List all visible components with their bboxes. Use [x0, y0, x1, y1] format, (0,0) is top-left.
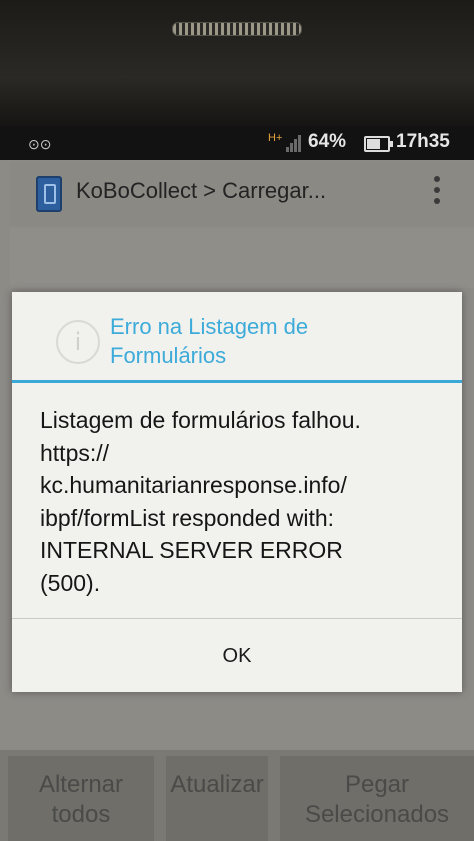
dialog-title: Erro na Listagem de Formulários	[110, 312, 440, 370]
message-line: INTERNAL SERVER ERROR	[40, 537, 343, 563]
clock: 17h35	[396, 131, 450, 152]
ok-button[interactable]: OK	[12, 619, 462, 692]
action-bar: KoBoCollect > Carregar...	[10, 162, 474, 226]
status-bar: ⊙⊙ H+ 64% 17h35	[0, 126, 474, 160]
error-dialog: i Erro na Listagem de Formulários Listag…	[12, 292, 462, 692]
update-button[interactable]: Atualizar	[166, 756, 268, 841]
network-type: H+	[268, 132, 283, 144]
message-line: (500).	[40, 569, 101, 596]
get-selected-button[interactable]: Pegar Selecionados	[280, 756, 474, 841]
dialog-title-line: Formulários	[110, 343, 227, 368]
dialog-message: Listagem de formulários falhou. https://…	[40, 404, 458, 599]
dialog-title-divider	[12, 380, 462, 383]
battery-icon	[364, 136, 393, 152]
phone-bezel	[0, 0, 474, 130]
dialog-title-line: Erro na Listagem de	[110, 314, 309, 339]
toggle-all-button[interactable]: Alternar todos	[8, 756, 154, 841]
message-line: https://	[40, 439, 110, 466]
message-line: Listagem de formulários falhou.	[40, 407, 361, 433]
message-line: kc.humanitarianresponse.info/	[40, 472, 347, 498]
overflow-menu-icon[interactable]	[432, 176, 442, 212]
signal-bars-icon	[286, 134, 302, 152]
action-bar-title: KoBoCollect > Carregar...	[76, 178, 327, 203]
info-icon: i	[56, 320, 100, 364]
voicemail-icon: ⊙⊙	[28, 136, 52, 152]
message-line: ibpf/formList responded with:	[40, 504, 335, 531]
list-backdrop	[10, 228, 474, 288]
speaker-grille	[172, 22, 302, 36]
kobo-form-icon[interactable]	[36, 176, 62, 212]
battery-percent: 64%	[308, 131, 347, 152]
